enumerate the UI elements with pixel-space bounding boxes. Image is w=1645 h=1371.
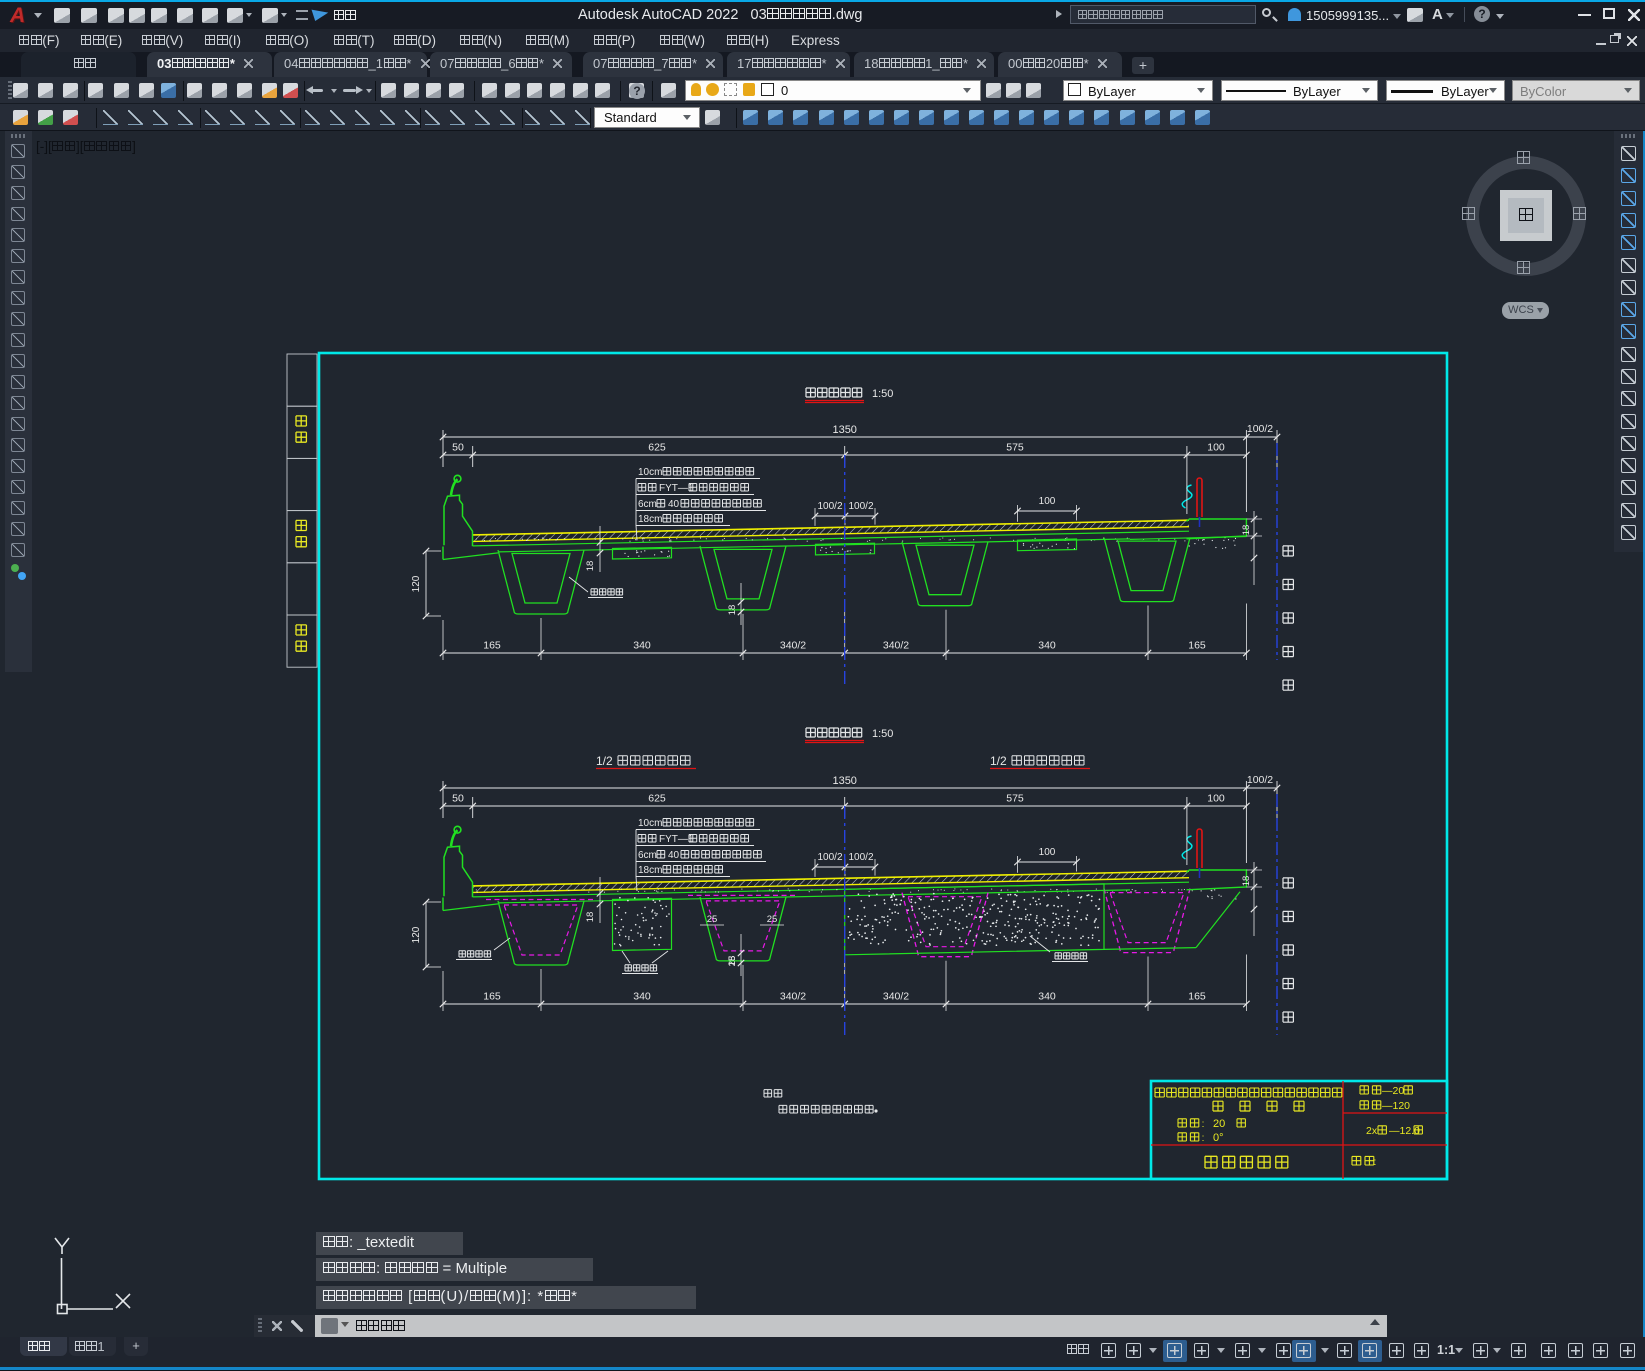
svg-text:340: 340: [1038, 640, 1056, 652]
svg-text:340/2: 340/2: [883, 991, 909, 1003]
svg-text:100/2: 100/2: [817, 501, 842, 512]
svg-text::: :: [1202, 1119, 1205, 1130]
svg-text:25: 25: [767, 914, 778, 925]
svg-text:1:50: 1:50: [872, 728, 893, 740]
svg-text:165: 165: [483, 991, 501, 1003]
svg-text:100: 100: [1207, 442, 1225, 454]
svg-text:120: 120: [411, 926, 422, 943]
svg-text:165: 165: [1188, 640, 1206, 652]
svg-text:20: 20: [1213, 1118, 1225, 1130]
svg-text:50: 50: [452, 793, 464, 805]
svg-text:100: 100: [1039, 496, 1056, 507]
svg-text:575: 575: [1006, 793, 1024, 805]
svg-text:100/2: 100/2: [1247, 423, 1273, 435]
svg-text:1/2: 1/2: [990, 754, 1007, 768]
svg-text:1:50: 1:50: [872, 388, 893, 400]
svg-text:18: 18: [585, 912, 596, 923]
svg-text:40: 40: [668, 499, 680, 510]
svg-text:575: 575: [1006, 442, 1024, 454]
svg-text:340/2: 340/2: [780, 640, 806, 652]
svg-text:50: 50: [452, 442, 464, 454]
svg-text:100/2: 100/2: [848, 501, 873, 512]
svg-text:165: 165: [483, 640, 501, 652]
svg-text:1350: 1350: [832, 424, 856, 436]
svg-text:340/2: 340/2: [883, 640, 909, 652]
svg-text:40: 40: [668, 850, 680, 861]
svg-text:340/2: 340/2: [780, 991, 806, 1003]
svg-text:0°: 0°: [1213, 1132, 1224, 1144]
svg-text:18: 18: [727, 605, 738, 616]
svg-text:18: 18: [585, 561, 596, 572]
svg-text:100/2: 100/2: [817, 852, 842, 863]
svg-text:2x: 2x: [1366, 1125, 1378, 1137]
svg-text:—12.0: —12.0: [1389, 1125, 1420, 1137]
svg-text:1350: 1350: [832, 775, 856, 787]
svg-text:1/2: 1/2: [596, 754, 613, 768]
svg-text:340: 340: [633, 991, 651, 1003]
svg-text:25: 25: [707, 914, 718, 925]
svg-text:100/2: 100/2: [848, 852, 873, 863]
svg-text:100: 100: [1207, 793, 1225, 805]
svg-text:6cm: 6cm: [638, 850, 657, 861]
svg-text:18: 18: [1241, 876, 1252, 887]
svg-text:625: 625: [648, 442, 666, 454]
svg-text:6cm: 6cm: [638, 499, 657, 510]
svg-text::: :: [1202, 1133, 1205, 1144]
svg-text:10cm: 10cm: [638, 818, 662, 829]
svg-text:100/2: 100/2: [1247, 774, 1273, 786]
svg-text:18cm: 18cm: [638, 865, 662, 876]
svg-text:165: 165: [1188, 991, 1206, 1003]
svg-text::: :: [1374, 1156, 1377, 1168]
svg-text:18cm: 18cm: [638, 514, 662, 525]
svg-text:25: 25: [727, 956, 738, 967]
svg-text:340: 340: [633, 640, 651, 652]
svg-text:18: 18: [1241, 525, 1252, 536]
svg-text:625: 625: [648, 793, 666, 805]
svg-text:—120: —120: [1382, 1100, 1410, 1112]
svg-text:340: 340: [1038, 991, 1056, 1003]
svg-text:120: 120: [411, 575, 422, 592]
svg-text:10cm: 10cm: [638, 467, 662, 478]
svg-text:—20: —20: [1382, 1085, 1404, 1097]
svg-text:100: 100: [1039, 847, 1056, 858]
